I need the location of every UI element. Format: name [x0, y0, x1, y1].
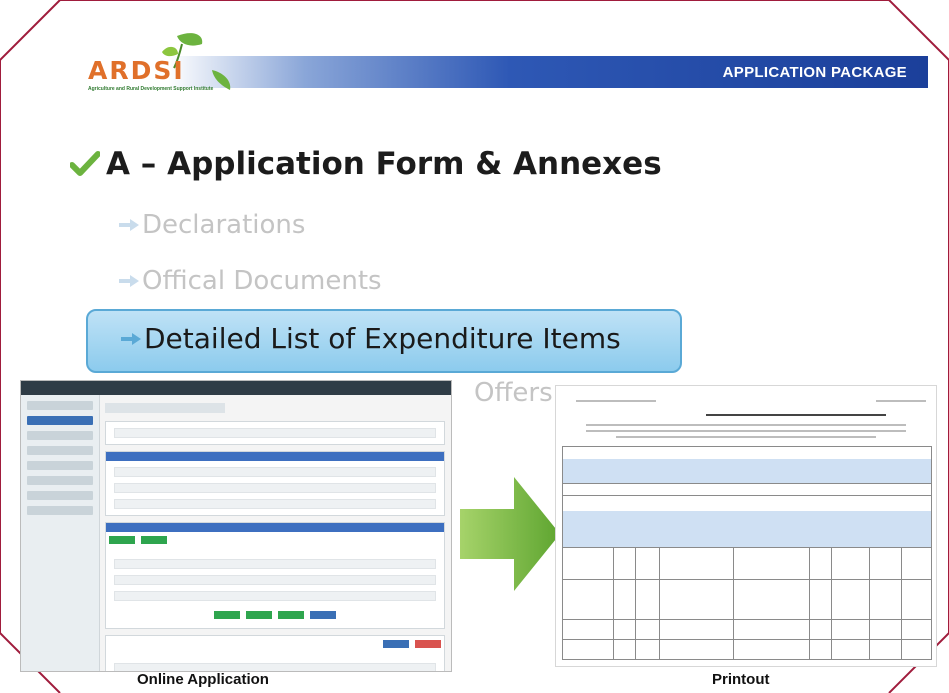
green-arrow-icon — [460, 477, 560, 591]
arrow-bullet-icon — [121, 332, 141, 345]
bullet-official-documents: Offical Documents — [118, 266, 382, 296]
bullet-label: Offical Documents — [142, 266, 382, 296]
bullet-label: Offers — [474, 378, 553, 408]
arrow-bullet-icon — [119, 219, 139, 231]
printout-table — [562, 446, 932, 660]
online-application-screenshot — [20, 380, 452, 672]
app-main — [105, 403, 445, 671]
app-topbar — [21, 381, 451, 395]
heading-text: A – Application Form & Annexes — [106, 146, 662, 182]
logo-text: ARDSI — [88, 56, 185, 85]
printout-document — [555, 385, 937, 667]
bullet-label: Declarations — [142, 210, 306, 240]
caption-printout: Printout — [712, 671, 770, 688]
app-sidebar — [21, 395, 100, 671]
bullet-offers: Offers — [474, 378, 553, 408]
checkmark-icon — [70, 151, 100, 176]
arrow-bullet-icon — [119, 275, 139, 287]
section-heading: A – Application Form & Annexes — [70, 146, 662, 182]
caption-online-application: Online Application — [137, 671, 269, 688]
logo-subtitle: Agriculture and Rural Development Suppor… — [88, 86, 214, 92]
slide: APPLICATION PACKAGE ARDSI Agriculture an… — [0, 0, 949, 693]
bullet-declarations: Declarations — [118, 210, 305, 240]
bullet-expenditure-items: Detailed List of Expenditure Items — [120, 322, 621, 355]
bullet-label: Detailed List of Expenditure Items — [144, 322, 621, 355]
header-title: APPLICATION PACKAGE — [722, 64, 907, 81]
